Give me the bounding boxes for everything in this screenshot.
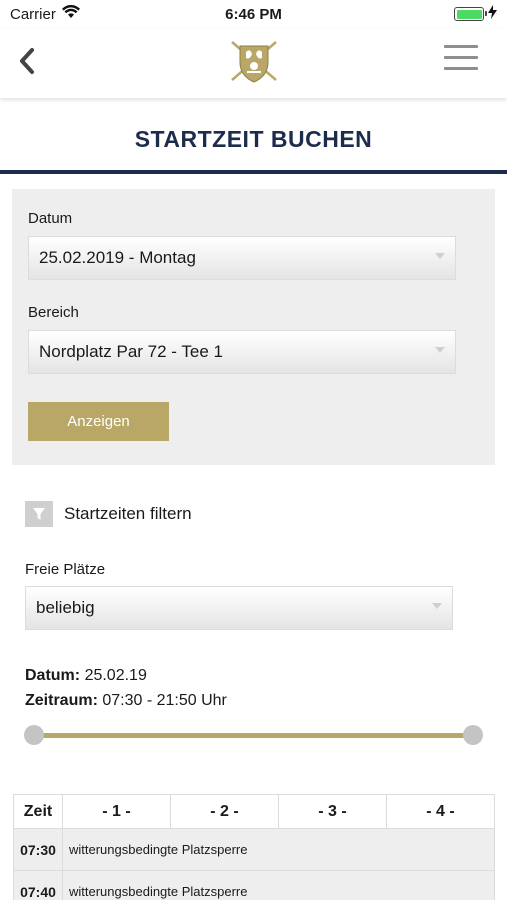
date-select-value: 25.02.2019 - Montag [39, 248, 196, 267]
header-time: Zeit [13, 794, 63, 829]
caret-down-icon [432, 603, 442, 609]
wifi-icon [61, 4, 80, 23]
status-left: Carrier [10, 4, 80, 23]
filter-toggle[interactable] [25, 501, 53, 527]
filter-label[interactable]: Startzeiten filtern [64, 504, 192, 524]
summary-date: Datum: 25.02.19 [25, 667, 147, 685]
page-title: STARTZEIT BUCHEN [134, 126, 373, 152]
battery-icon [454, 7, 487, 21]
title-divider [0, 170, 507, 174]
status-bar: Carrier 6:46 PM [0, 0, 507, 28]
row-time: 07:30 [13, 828, 63, 871]
header-slot-1: - 1 - [62, 794, 171, 829]
free-places-label: Freie Plätze [25, 561, 106, 578]
free-places-value: beliebig [36, 598, 95, 617]
area-label: Bereich [28, 304, 79, 321]
row-note[interactable]: witterungsbedingte Platzsperre [62, 870, 495, 900]
charging-bolt-icon [488, 5, 497, 23]
navigation-bar [0, 28, 507, 98]
back-button[interactable] [14, 44, 46, 78]
caret-down-icon [435, 253, 445, 259]
carrier-label: Carrier [10, 5, 56, 23]
area-select-value: Nordplatz Par 72 - Tee 1 [39, 342, 223, 361]
header-slot-3: - 3 - [278, 794, 387, 829]
summary-range-label: Zeitraum: [25, 692, 98, 709]
summary-range: Zeitraum: 07:30 - 21:50 Uhr [25, 692, 227, 710]
header-slot-2: - 2 - [170, 794, 279, 829]
row-note[interactable]: witterungsbedingte Platzsperre [62, 828, 495, 871]
slider-handle-start[interactable] [24, 725, 44, 745]
club-logo [228, 38, 280, 84]
summary-date-label: Datum: [25, 667, 81, 684]
slider-handle-end[interactable] [463, 725, 483, 745]
summary-date-value: 25.02.19 [84, 667, 147, 684]
table-row: 07:30 witterungsbedingte Platzsperre [13, 828, 495, 871]
show-button[interactable]: Anzeigen [28, 402, 169, 441]
area-select[interactable]: Nordplatz Par 72 - Tee 1 [28, 330, 456, 374]
row-time: 07:40 [13, 870, 63, 900]
battery-fill [456, 9, 482, 19]
hamburger-menu-icon [444, 45, 478, 70]
time-range-slider-track[interactable] [34, 733, 474, 738]
date-select[interactable]: 25.02.2019 - Montag [28, 236, 456, 280]
header-slot-4: - 4 - [386, 794, 495, 829]
table-row: 07:40 witterungsbedingte Platzsperre [13, 870, 495, 900]
free-places-select[interactable]: beliebig [25, 586, 453, 630]
tee-time-table: Zeit - 1 - - 2 - - 3 - - 4 - 07:30 witte… [13, 794, 495, 900]
table-header-row: Zeit - 1 - - 2 - - 3 - - 4 - [13, 794, 495, 829]
golf-club-crest-icon [231, 41, 277, 83]
search-panel: Datum 25.02.2019 - Montag Bereich Nordpl… [12, 189, 495, 465]
date-label: Datum [28, 210, 73, 227]
summary-range-value: 07:30 - 21:50 Uhr [102, 692, 227, 709]
caret-down-icon [435, 347, 445, 353]
chevron-left-icon [20, 48, 34, 74]
menu-button[interactable] [444, 45, 478, 75]
funnel-icon [33, 508, 45, 520]
status-right [454, 5, 497, 23]
